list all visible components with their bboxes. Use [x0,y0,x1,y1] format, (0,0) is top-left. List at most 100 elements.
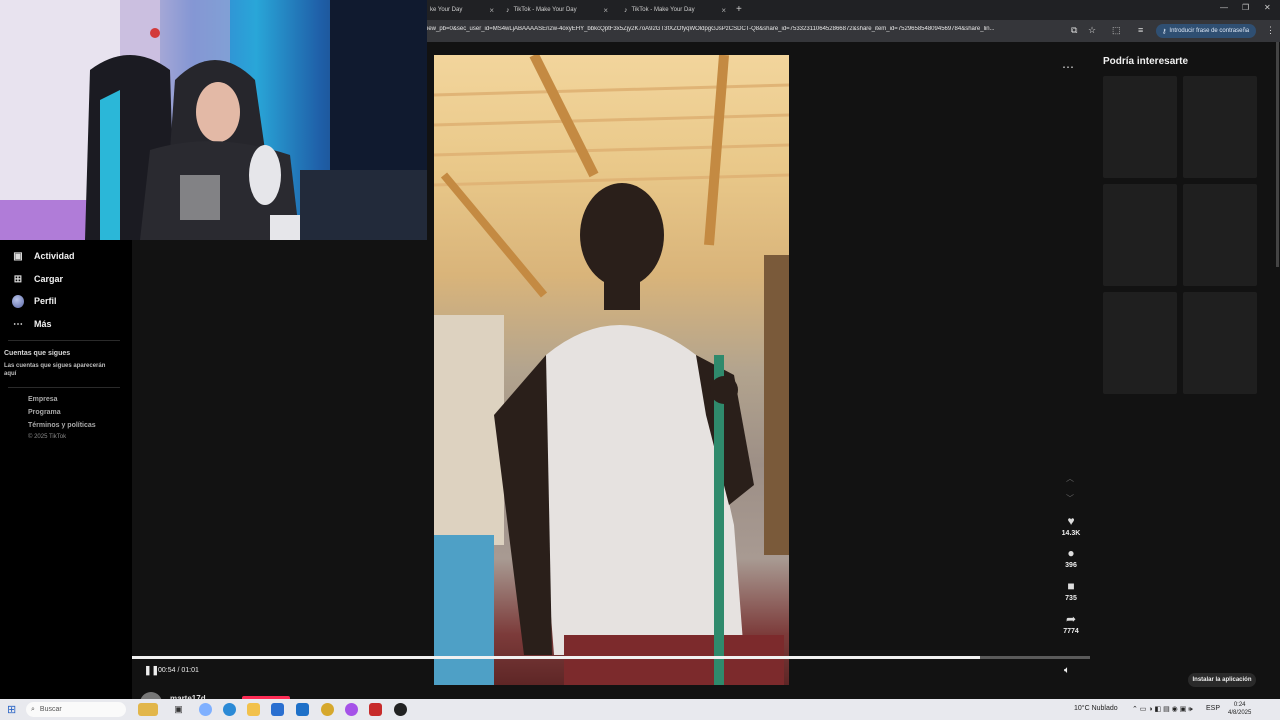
sidebar-icon[interactable]: ≡ [1138,25,1143,35]
messenger-icon[interactable] [345,703,358,716]
share-count: 7774 [1063,628,1079,635]
close-icon[interactable]: × [603,6,608,15]
webcam-frame [0,0,427,240]
chevron-down-icon[interactable]: ﹀ [1066,493,1074,504]
copyright: © 2025 TikTok [28,434,67,440]
close-window-icon[interactable]: ✕ [1264,3,1271,12]
chevron-up-icon[interactable]: ︿ [1066,473,1074,484]
more-options-icon[interactable]: ⋯ [1062,60,1075,74]
heart-icon: ♥ [1067,514,1075,528]
sidebar-item-upload[interactable]: ⊞ Cargar [12,273,63,285]
new-tab-button[interactable]: + [736,4,742,15]
footer-link-company[interactable]: Empresa [28,396,58,403]
recommendation-thumbnail[interactable] [1183,292,1257,394]
browser-tab-3[interactable]: ♪ TikTok - Make Your Day × [618,2,730,18]
video-frame [434,55,789,685]
clock-date: 4/8/2025 [1228,710,1252,716]
recommendation-thumbnail[interactable] [1183,184,1257,286]
save-count: 735 [1065,595,1077,602]
store-icon[interactable] [271,703,284,716]
bookmark-icon: ■ [1067,579,1075,593]
install-icon[interactable]: ⧉ [1071,25,1077,36]
comment-icon: ● [1067,546,1075,560]
sidebar-item-more[interactable]: ⋯ Más [12,318,52,330]
activity-icon: ▣ [13,250,23,262]
sidebar-item-label: Perfil [34,296,57,306]
tray-icons[interactable]: ⌃ ▭ ◑ ◧ ▤ ◉ ▣ 🕪︎ [1132,705,1193,714]
divider [8,340,120,341]
comment-count: 396 [1065,562,1077,569]
sunflower-icon[interactable] [138,703,158,716]
recommendation-thumbnail[interactable] [1183,76,1257,178]
comment-button[interactable]: ● 396 [1052,546,1090,569]
share-icon: ➦ [1065,612,1077,626]
more-icon: ⋯ [13,318,23,330]
outlook-icon[interactable] [296,703,309,716]
recommendation-thumbnail[interactable] [1103,292,1177,394]
pause-icon[interactable]: ❚❚ [144,665,159,676]
footer-link-terms[interactable]: Términos y políticas [28,422,96,429]
sidebar-item-profile[interactable]: Perfil [12,294,57,308]
upload-icon: ⊞ [13,273,23,285]
sidebar-item-label: Cargar [34,274,64,284]
webcam-overlay [0,0,427,240]
following-subtitle: Las cuentas que sigues aparecerán aquí [4,363,106,377]
url-field[interactable]: iew_pb=0&sec_user_id=MS4wLjABAAAASEn2w-4… [427,26,1067,32]
divider [8,387,120,388]
tiktok-icon: ♪ [506,6,510,14]
close-icon[interactable]: × [721,6,726,15]
chrome-icon[interactable] [321,703,334,716]
clock-time: 0:24 [1233,702,1246,708]
tab-title: ke Your Day [430,7,463,13]
search-placeholder: Buscar [39,706,62,713]
save-button[interactable]: ■ 735 [1052,579,1090,602]
avatar [12,294,24,308]
weather[interactable]: 10°C Nublado [1074,705,1118,712]
task-view-icon[interactable]: ▣ [172,703,185,716]
like-button[interactable]: ♥ 14.3K [1052,514,1090,537]
password-prompt-label: Introducir frase de contraseña [1169,28,1250,34]
volume-icon[interactable]: 🔈︎ [1064,665,1070,676]
share-button[interactable]: ➦ 7774 [1052,612,1090,635]
recommendations-panel: Podría interesarte Instalar la aplicació… [1090,42,1280,699]
video-controls: ❚❚ 00:54 / 01:01 🔈︎ [132,654,1090,699]
browser-tab-1[interactable]: ke Your Day × [424,2,498,18]
file-explorer-icon[interactable] [247,703,260,716]
clock[interactable]: 0:24 4/8/2025 [1228,701,1251,717]
menu-icon[interactable]: ⋮ [1266,25,1275,36]
recommendations-title: Podría interesarte [1103,56,1189,67]
browser-tab-2[interactable]: ♪ TikTok - Make Your Day × [500,2,612,18]
edge-icon[interactable] [223,703,236,716]
taskbar-search[interactable]: ⌕ Buscar [26,702,126,717]
sidebar-item-activity[interactable]: ▣ Actividad [12,250,75,262]
extensions-icon[interactable]: ⬚ [1112,25,1121,36]
scrollbar[interactable] [1276,42,1279,267]
copilot-icon[interactable] [199,703,212,716]
like-count: 14.3K [1061,530,1081,537]
obs-icon[interactable] [394,703,407,716]
tiktok-icon: ♪ [624,6,628,14]
password-prompt-button[interactable]: ⚷ Introducir frase de contraseña [1156,24,1256,38]
following-title: Cuentas que sigues [4,350,71,357]
sidebar-item-label: Más [34,319,52,329]
app-icon[interactable] [369,703,382,716]
playback-time: 00:54 / 01:01 [158,667,199,674]
maximize-icon[interactable]: ❐ [1242,3,1249,12]
taskbar: ⊞ ⌕ Buscar ▣ 10°C Nublado ⌃ ▭ ◑ ◧ ▤ ◉ ▣ … [0,699,1280,720]
progress-fill [132,656,980,659]
sidebar-item-label: Actividad [34,251,75,261]
install-app-button[interactable]: Instalar la aplicación [1188,673,1256,687]
video-player[interactable] [434,55,789,685]
key-icon: ⚷ [1162,28,1167,35]
star-icon[interactable]: ☆ [1088,25,1096,36]
footer-link-program[interactable]: Programa [28,409,61,416]
progress-bar[interactable] [132,656,1090,659]
close-icon[interactable]: × [489,6,494,15]
tab-title: TikTok - Make Your Day [513,7,577,13]
minimize-icon[interactable]: — [1220,3,1228,12]
recommendation-thumbnail[interactable] [1103,184,1177,286]
language-indicator[interactable]: ESP [1206,705,1220,712]
search-icon: ⌕ [31,705,35,713]
windows-start-icon[interactable]: ⊞ [7,703,16,716]
recommendation-thumbnail[interactable] [1103,76,1177,178]
